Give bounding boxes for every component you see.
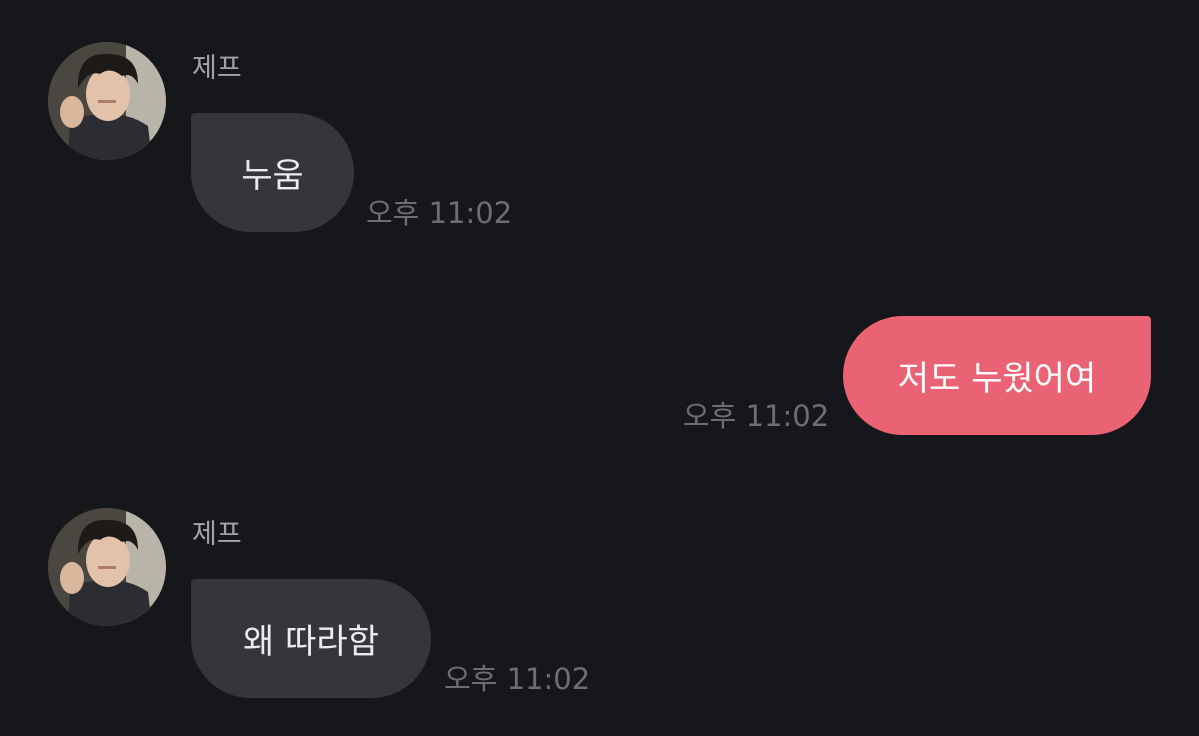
avatar[interactable] xyxy=(48,508,166,626)
message-timestamp: 오후 11:02 xyxy=(683,399,830,433)
message-bubble[interactable]: 누움 xyxy=(191,113,354,232)
avatar-photo xyxy=(48,42,166,160)
message-timestamp: 오후 11:02 xyxy=(444,662,591,696)
message-bubble[interactable]: 왜 따라함 xyxy=(191,579,431,698)
sender-name: 제프 xyxy=(192,519,242,550)
message-timestamp: 오후 11:02 xyxy=(366,196,513,230)
avatar-photo xyxy=(48,508,166,626)
sender-name: 제프 xyxy=(192,53,242,84)
message-bubble[interactable]: 저도 누웠어여 xyxy=(843,316,1151,435)
chat-thread: 제프 누움 오후 11:02 오후 11:02 저도 누웠어여 제프 왜 따라함… xyxy=(0,0,1199,736)
avatar[interactable] xyxy=(48,42,166,160)
